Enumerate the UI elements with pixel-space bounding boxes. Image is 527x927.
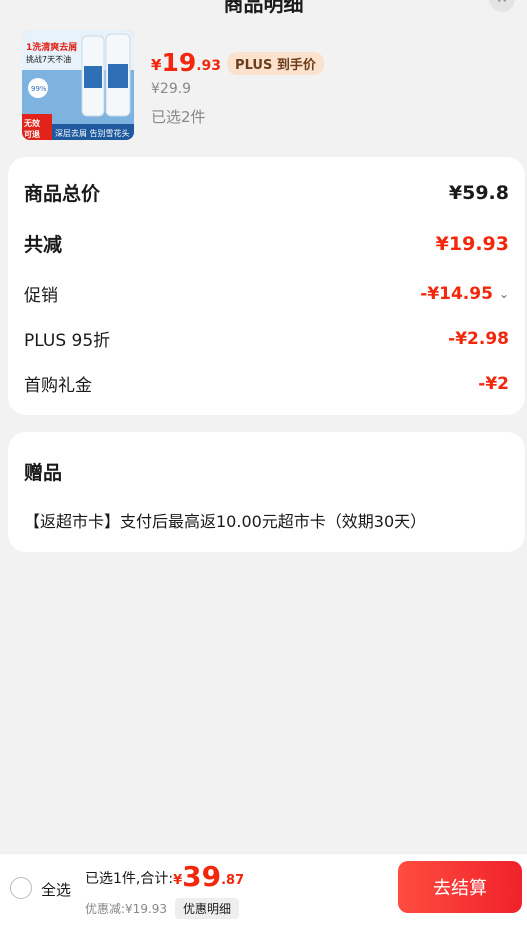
promo-row[interactable]: 促销 -¥14.95 ⌄ [24,281,509,307]
total-integer: 39 [182,860,222,893]
product-image[interactable]: 1洗清爽去屑 挑战7天不油 99% 无效 可退 深层去屑 告别雪花头 [22,30,134,140]
first-gift-value: -¥2 [478,373,509,394]
original-price: ¥29.9 [151,81,192,97]
total-price-value: ¥59.8 [448,181,509,204]
svg-text:99%: 99% [31,85,47,93]
product-price-row: ¥ 19 .93 PLUS 到手价 [151,48,324,77]
reduce-row: 共减 ¥19.93 [24,230,509,257]
checkout-button[interactable]: 去结算 [398,861,522,913]
price-currency: ¥ [151,56,162,74]
svg-text:深层去屑 告别雪花头: 深层去屑 告别雪花头 [55,128,130,138]
promo-value-group[interactable]: -¥14.95 ⌄ [420,284,509,304]
svg-text:无效: 无效 [23,118,40,128]
total-prefix: 已选1件,合计: [85,871,174,887]
svg-text:1洗清爽去屑: 1洗清爽去屑 [26,41,77,53]
svg-text:可退: 可退 [24,130,40,139]
total-decimal: .87 [221,873,245,888]
plus-discount-value: -¥2.98 [448,328,509,349]
price-decimal: .93 [196,57,222,74]
discount-text: 优惠减:¥19.93 [85,902,168,916]
total-line: 已选1件,合计: ¥ 39 .87 [85,862,244,892]
select-all-label[interactable]: 全选 [41,879,71,900]
price-integer: 19 [161,48,197,77]
promo-label: 促销 [24,286,58,306]
chevron-down-icon[interactable]: ⌄ [499,287,509,301]
promo-value: -¥14.95 [420,283,493,304]
gift-card: 赠品 【返超市卡】支付后最高返10.00元超市卡（效期30天） [8,432,525,552]
first-gift-row: 首购礼金 -¥2 [24,371,509,397]
total-price-label: 商品总价 [24,183,101,205]
product-header-area: 商品明细 ✕ 1洗清爽去屑 挑战7天不油 99% 无效 可退 深层去屑 告别雪花… [0,0,527,156]
first-gift-label: 首购礼金 [24,376,92,396]
svg-text:挑战7天不油: 挑战7天不油 [26,54,71,64]
gift-title: 赠品 [24,462,63,484]
gift-description: 【返超市卡】支付后最高返10.00元超市卡（效期30天） [24,512,427,531]
selected-count: 已选2件 [151,108,206,126]
price-summary-card: 商品总价 ¥59.8 共减 ¥19.93 促销 -¥14.95 ⌄ PLUS 9… [8,157,525,415]
checkout-bar: 全选 已选1件,合计: ¥ 39 .87 优惠减:¥19.93 优惠明细 去结算 [0,853,527,927]
discount-detail-button[interactable]: 优惠明细 [175,898,240,919]
total-currency: ¥ [173,873,183,888]
plus-discount-row: PLUS 95折 -¥2.98 [24,326,509,352]
reduce-value: ¥19.93 [435,232,509,255]
discount-line: 优惠减:¥19.93 优惠明细 [85,898,240,919]
total-price-row: 商品总价 ¥59.8 [24,179,509,206]
reduce-label: 共减 [24,234,63,256]
page-title: 商品明细 [223,0,304,16]
plus-price-badge: PLUS 到手价 [227,52,324,75]
select-all-radio[interactable] [10,877,32,899]
plus-discount-label: PLUS 95折 [24,331,111,351]
